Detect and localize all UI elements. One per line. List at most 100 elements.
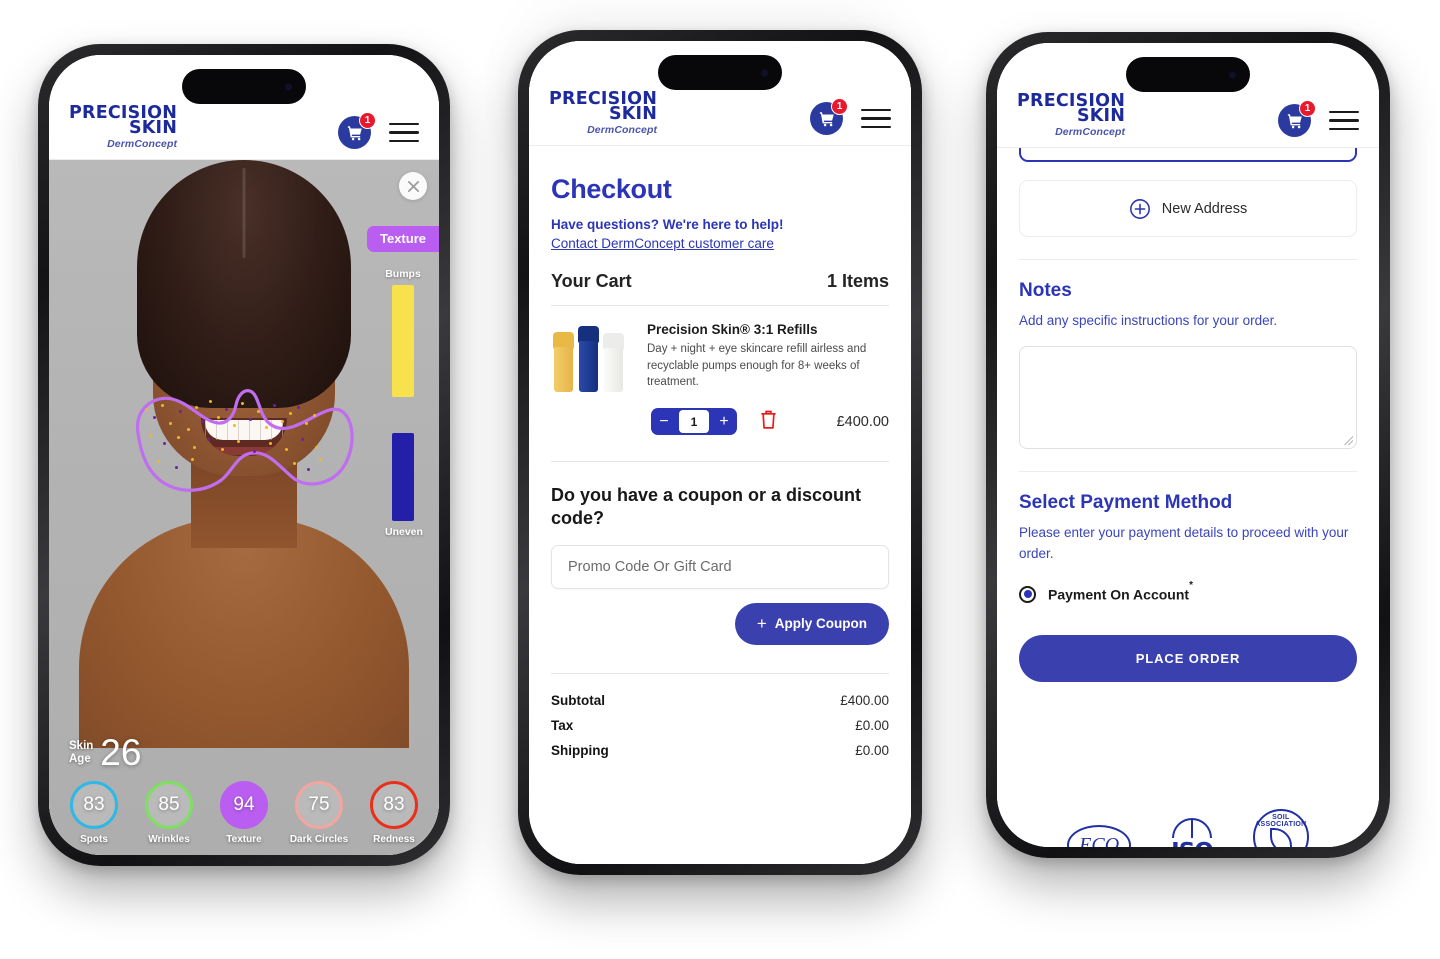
bottle-white [603, 333, 624, 392]
cert-soil-association: SOIL ASSOCIATION [1252, 809, 1309, 847]
notes-title: Notes [1019, 280, 1072, 301]
payment-option-row[interactable]: Payment On Account* [1019, 580, 1357, 603]
cart-item-count: 1 Items [826, 271, 889, 291]
hamburger-menu-icon[interactable] [389, 122, 419, 143]
meter-label-uneven: Uneven [385, 526, 423, 538]
required-mark: * [1189, 579, 1193, 591]
cart-title: Your Cart [551, 271, 632, 291]
cart-button[interactable]: 1 [1278, 100, 1316, 137]
section-divider [1019, 471, 1357, 473]
score-texture[interactable]: 94 Texture [213, 781, 275, 845]
meter-label-bumps: Bumps [385, 268, 421, 280]
section-divider [1019, 259, 1357, 260]
front-camera-icon [1229, 71, 1236, 78]
dynamic-island [182, 69, 306, 104]
metric-meters: Bumps Uneven [385, 268, 423, 538]
front-camera-icon [761, 69, 768, 76]
payment-method-subtitle: Please enter your payment details to pro… [1019, 525, 1349, 561]
eco-icon: ECO [1067, 825, 1132, 847]
payment-option-text: Payment On Account [1048, 586, 1190, 603]
score-redness[interactable]: 83 Redness [363, 781, 425, 845]
payment-option-label: Payment On Account* [1048, 580, 1193, 603]
apply-coupon-row: + Apply Coupon [551, 602, 889, 645]
cart-button[interactable]: 1 [810, 98, 848, 135]
score-list: 83 Spots 85 Wrinkles 94 Texture 75 Dark … [57, 781, 431, 845]
promo-code-input[interactable]: Promo Code Or Gift Card [551, 544, 889, 589]
logo-line-2: SKIN [1076, 106, 1126, 126]
contact-support-link[interactable]: Contact DermConcept customer care [551, 236, 774, 251]
hamburger-menu-icon[interactable] [861, 108, 891, 129]
cert-iso: ISO [1171, 818, 1214, 847]
score-spots[interactable]: 83 Spots [63, 781, 125, 845]
skin-analysis-view: Texture Bumps Uneven Skin Age 26 83 Spot… [49, 160, 439, 855]
active-metric-pill[interactable]: Texture [367, 226, 439, 252]
phone-1-skin-analysis: PRECISION SKIN DermConcept 1 Texture Bum… [38, 44, 450, 866]
section-divider [551, 461, 889, 462]
cert-eco: ECO [1067, 825, 1132, 847]
front-camera-icon [285, 83, 292, 90]
meter-bar-uneven [392, 433, 414, 521]
score-ring: 83 [370, 781, 418, 829]
new-address-label: New Address [1161, 200, 1248, 217]
cart-button[interactable]: 1 [338, 112, 376, 149]
brand-logo[interactable]: PRECISION SKIN DermConcept [1017, 92, 1126, 138]
total-row-shipping: Shipping £0.00 [551, 738, 889, 763]
product-name: Precision Skin® 3:1 Refills [647, 322, 818, 337]
item-price: £400.00 [836, 413, 889, 430]
cart-header: Your Cart 1 Items [551, 271, 889, 306]
checkout-content: Checkout Have questions? We're here to h… [529, 146, 911, 864]
score-label: Spots [80, 834, 108, 845]
logo-tagline: DermConcept [587, 123, 658, 136]
quantity-decrement-button[interactable]: − [651, 408, 677, 435]
score-dark-circles[interactable]: 75 Dark Circles [288, 781, 350, 845]
notes-subtitle: Add any specific instructions for your o… [1019, 313, 1278, 328]
notes-textarea[interactable] [1019, 346, 1357, 450]
new-address-button[interactable]: New Address [1019, 180, 1357, 237]
close-icon[interactable] [399, 172, 427, 200]
score-wrinkles[interactable]: 85 Wrinkles [138, 781, 200, 845]
apply-coupon-button[interactable]: + Apply Coupon [734, 602, 889, 645]
selected-address-card[interactable] [1019, 148, 1357, 162]
product-image [551, 322, 633, 392]
order-totals: Subtotal £400.00 Tax £0.00 Shipping £0.0… [551, 672, 889, 763]
plus-circle-icon [1129, 198, 1150, 219]
cart-item-row: Precision Skin® 3:1 Refills Day + night … [551, 306, 889, 392]
bottle-yellow [553, 332, 574, 392]
total-label: Shipping [551, 742, 609, 758]
payment-method-title: Select Payment Method [1019, 492, 1233, 514]
screen-address-payment: PRECISION SKIN DermConcept 1 New Address… [997, 43, 1379, 847]
total-value: £0.00 [855, 717, 889, 733]
leaf-icon [1269, 827, 1292, 847]
quantity-value[interactable]: 1 [679, 410, 709, 433]
hamburger-menu-icon[interactable] [1329, 110, 1359, 131]
radio-button-payment-on-account[interactable] [1019, 585, 1036, 603]
score-ring: 94 [220, 781, 268, 829]
skin-age-label-2: Age [69, 752, 91, 765]
apply-coupon-label: Apply Coupon [774, 616, 867, 632]
trash-icon[interactable] [759, 409, 778, 435]
quantity-increment-button[interactable]: + [711, 408, 737, 435]
certification-badges: ECO ISO SOIL ASSOCIATION [1019, 809, 1357, 847]
header-actions: 1 [338, 112, 419, 149]
bottle-blue [578, 326, 599, 392]
cart-badge: 1 [359, 112, 376, 129]
coupon-question: Do you have a coupon or a discount code? [551, 485, 862, 529]
total-row-tax: Tax £0.00 [551, 713, 889, 738]
cart-badge: 1 [1299, 100, 1316, 117]
help-text: Have questions? We're here to help! [551, 217, 784, 232]
screen-checkout: PRECISION SKIN DermConcept 1 Checkout Ha… [529, 41, 911, 864]
resize-grip-icon[interactable] [1344, 436, 1353, 446]
brand-logo[interactable]: PRECISION SKIN DermConcept [69, 104, 177, 150]
page-title: Checkout [551, 174, 672, 204]
quantity-stepper[interactable]: − 1 + [651, 408, 737, 435]
score-label: Wrinkles [148, 834, 190, 845]
phone-3-payment: PRECISION SKIN DermConcept 1 New Address… [986, 32, 1390, 858]
phone-2-checkout: PRECISION SKIN DermConcept 1 Checkout Ha… [518, 30, 922, 875]
logo-line-2: SKIN [608, 104, 658, 124]
score-ring: 85 [145, 781, 193, 829]
skin-age-label-1: Skin [69, 740, 94, 753]
score-panel: Skin Age 26 83 Spots 85 Wrinkles 94 Text… [49, 734, 439, 855]
brand-logo[interactable]: PRECISION SKIN DermConcept [549, 90, 658, 136]
score-label: Texture [226, 834, 262, 845]
place-order-button[interactable]: PLACE ORDER [1019, 634, 1357, 682]
